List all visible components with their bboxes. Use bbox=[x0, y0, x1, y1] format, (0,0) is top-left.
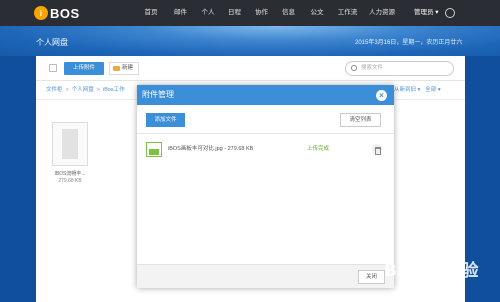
dialog-header: 附件管理 × bbox=[137, 85, 394, 105]
file-size: 279.68 KB bbox=[58, 178, 82, 184]
search-placeholder: 搜索文件 bbox=[361, 65, 384, 71]
nav-item-workflow[interactable]: 工作流 bbox=[332, 0, 363, 26]
image-thumbnail-icon bbox=[62, 129, 78, 159]
logo-text: BOS bbox=[50, 5, 80, 21]
baidu-jingyan-watermark: Baidu 经验 jingyan.baidu.com bbox=[368, 256, 496, 298]
ibos-logo[interactable]: i BOS bbox=[34, 5, 80, 21]
close-icon[interactable]: × bbox=[376, 90, 387, 101]
breadcrumb-separator: > bbox=[65, 87, 69, 93]
top-navigation-bar: i BOS 首页 邮件 个人 日程 协作 信息 公文 工作流 人力资源 管理员 … bbox=[0, 0, 500, 26]
nav-item-hr[interactable]: 人力资源 bbox=[363, 0, 401, 26]
folder-icon bbox=[113, 66, 120, 71]
breadcrumb: 文件柜 > 个人网盘 > iBos工作 bbox=[46, 81, 128, 100]
new-folder-label: 新建 bbox=[122, 65, 134, 71]
dialog-footer: 关闭 bbox=[137, 264, 394, 288]
main-nav: 首页 邮件 个人 日程 协作 信息 公文 工作流 人力资源 bbox=[136, 0, 401, 26]
nav-item-mail[interactable]: 邮件 bbox=[166, 0, 195, 26]
sort-controls: 从新到旧 ▾ 全部 ▾ bbox=[394, 81, 441, 100]
upload-file-title: iBOS画板丰可对比.jpg bbox=[168, 146, 223, 152]
breadcrumb-separator: > bbox=[96, 87, 100, 93]
breadcrumb-item[interactable]: 文件柜 bbox=[46, 81, 63, 100]
breadcrumb-item[interactable]: iBos工作 bbox=[103, 81, 125, 100]
attachment-manager-dialog: 附件管理 × 添加文件 清空列表 iBOS画板丰可对比.jpg - 279.68… bbox=[137, 85, 394, 288]
breadcrumb-item[interactable]: 个人网盘 bbox=[72, 81, 94, 100]
clear-list-button[interactable]: 清空列表 bbox=[340, 113, 381, 127]
nav-item-documents[interactable]: 公文 bbox=[302, 0, 332, 26]
sort-order-dropdown[interactable]: 从新到旧 ▾ bbox=[394, 81, 420, 100]
bell-icon[interactable] bbox=[445, 8, 455, 18]
user-menu[interactable]: 管理员 ▾ bbox=[414, 0, 439, 26]
new-folder-button[interactable]: 新建 bbox=[109, 62, 139, 75]
nav-item-calendar[interactable]: 日程 bbox=[221, 0, 248, 26]
dialog-toolbar: 添加文件 清空列表 bbox=[137, 105, 394, 134]
nav-item-info[interactable]: 信息 bbox=[275, 0, 302, 26]
page-title: 个人网盘 bbox=[36, 38, 68, 47]
upload-status: 上传完成 bbox=[307, 146, 330, 152]
date-text: 2015年3月16日，星期一，农历正月廿六 bbox=[355, 40, 463, 46]
add-file-button[interactable]: 添加文件 bbox=[146, 113, 185, 127]
disk-toolbar: 上传附件 新建 搜索文件 bbox=[36, 56, 465, 81]
image-file-icon bbox=[146, 142, 162, 157]
page-banner: 个人网盘 2015年3月16日，星期一，农历正月廿六 bbox=[0, 26, 500, 56]
dialog-title: 附件管理 bbox=[142, 90, 174, 99]
logo-mark: i bbox=[34, 6, 48, 20]
upload-list-item: iBOS画板丰可对比.jpg - 279.68 KB 上传完成 bbox=[146, 142, 385, 157]
trash-icon[interactable] bbox=[372, 144, 382, 155]
select-all-checkbox[interactable] bbox=[49, 64, 57, 72]
upload-file-name: iBOS画板丰可对比.jpg - 279.68 KB bbox=[168, 142, 253, 157]
upload-file-size: - 279.68 KB bbox=[224, 146, 254, 152]
watermark-url: jingyan.baidu.com bbox=[408, 280, 457, 286]
nav-item-personal[interactable]: 个人 bbox=[195, 0, 221, 26]
file-name: IBOS流畅丰... bbox=[54, 171, 86, 177]
file-thumbnail bbox=[52, 122, 88, 166]
upload-attachment-button[interactable]: 上传附件 bbox=[64, 62, 104, 75]
file-item[interactable]: IBOS流畅丰... 279.68 KB bbox=[50, 122, 90, 184]
nav-item-home[interactable]: 首页 bbox=[136, 0, 166, 26]
filter-dropdown[interactable]: 全部 ▾ bbox=[425, 81, 440, 100]
search-input[interactable]: 搜索文件 bbox=[345, 61, 454, 76]
watermark-text: Baidu 经验 bbox=[384, 261, 479, 281]
search-icon bbox=[351, 65, 357, 71]
nav-item-collaboration[interactable]: 协作 bbox=[248, 0, 275, 26]
